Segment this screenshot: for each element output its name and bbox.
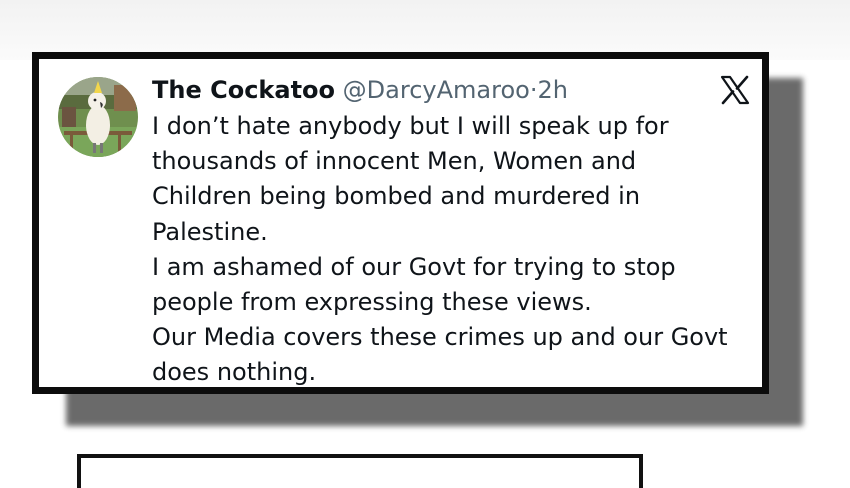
tweet-line: does nothing. [152, 358, 317, 387]
author-avatar[interactable] [58, 77, 138, 157]
tweet-line: people from expressing these views. [152, 288, 592, 317]
tweet-line: Palestine. [152, 217, 268, 246]
tweet-text: I don’t hate anybody but I will speak up… [152, 109, 762, 391]
next-card-edge [77, 454, 643, 488]
author-handle[interactable]: @DarcyAmaroo [343, 76, 530, 104]
author-name[interactable]: The Cockatoo [152, 76, 335, 104]
tweet-card[interactable]: The Cockatoo @DarcyAmaroo·2h I don’t hat… [32, 52, 769, 394]
post-time[interactable]: 2h [537, 76, 567, 104]
tweet-line: Our Media covers these crimes up and our… [152, 323, 728, 352]
x-logo-icon[interactable] [719, 74, 751, 106]
page-background [0, 0, 850, 60]
tweet-line: I am ashamed of our Govt for trying to s… [152, 252, 676, 281]
tweet-line: Children being bombed and murdered in [152, 182, 641, 211]
tweet-line: thousands of innocent Men, Women and [152, 147, 637, 176]
cockatoo-avatar-icon [58, 77, 138, 157]
tweet-line: I don’t hate anybody but I will speak up… [152, 112, 669, 140]
tweet-header: The Cockatoo @DarcyAmaroo·2h [152, 73, 568, 107]
